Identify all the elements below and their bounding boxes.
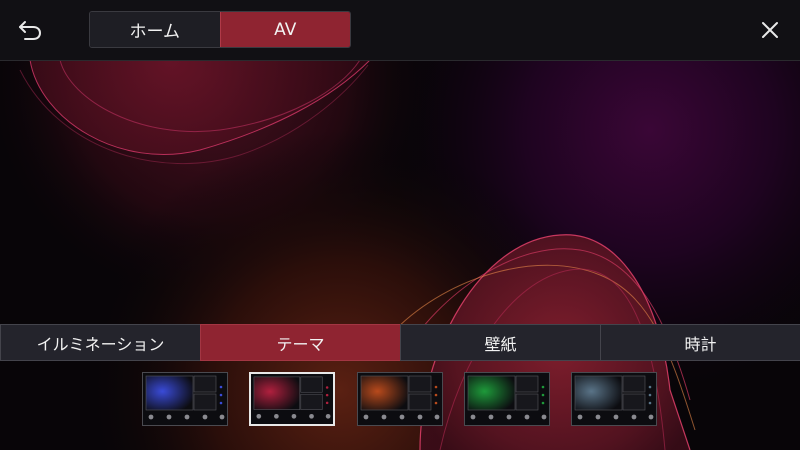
- theme-thumbnail-green-theme[interactable]: [464, 372, 550, 426]
- theme-preview-icon: [572, 373, 656, 425]
- theme-thumbnail-list: [0, 372, 800, 426]
- tab-av-label: AV: [274, 19, 297, 40]
- theme-preview-icon: [143, 373, 227, 425]
- theme-thumbnail-red-theme[interactable]: [249, 372, 335, 426]
- tab-home-label: ホーム: [129, 22, 181, 42]
- theme-preview-icon: [358, 373, 442, 425]
- top-bar: ホーム AV: [0, 0, 800, 61]
- theme-preview-icon: [251, 374, 333, 424]
- tab-illumination-label: イルミネーション: [36, 334, 165, 354]
- back-button[interactable]: [12, 12, 48, 48]
- tab-clock-label: 時計: [684, 334, 717, 354]
- tab-av[interactable]: AV: [219, 12, 350, 47]
- close-icon: [762, 22, 778, 38]
- mode-tab-group: ホーム AV: [89, 11, 351, 48]
- theme-thumbnail-blue-theme[interactable]: [142, 372, 228, 426]
- theme-settings-screen: ホーム AV イルミネーション テーマ 壁紙 時計: [0, 0, 800, 450]
- theme-preview-icon: [465, 373, 549, 425]
- tab-wallpaper-label: 壁紙: [484, 334, 517, 354]
- tab-theme[interactable]: テーマ: [200, 324, 401, 361]
- tab-clock[interactable]: 時計: [600, 324, 800, 361]
- tab-wallpaper[interactable]: 壁紙: [400, 324, 601, 361]
- back-arrow-icon: [19, 21, 42, 40]
- close-button[interactable]: [752, 12, 788, 48]
- theme-thumbnail-orange-theme[interactable]: [357, 372, 443, 426]
- category-tab-bar: イルミネーション テーマ 壁紙 時計: [0, 324, 800, 361]
- theme-thumbnail-gray-theme[interactable]: [571, 372, 657, 426]
- tab-illumination[interactable]: イルミネーション: [0, 324, 201, 361]
- tab-theme-label: テーマ: [276, 334, 325, 354]
- tab-home[interactable]: ホーム: [90, 12, 220, 47]
